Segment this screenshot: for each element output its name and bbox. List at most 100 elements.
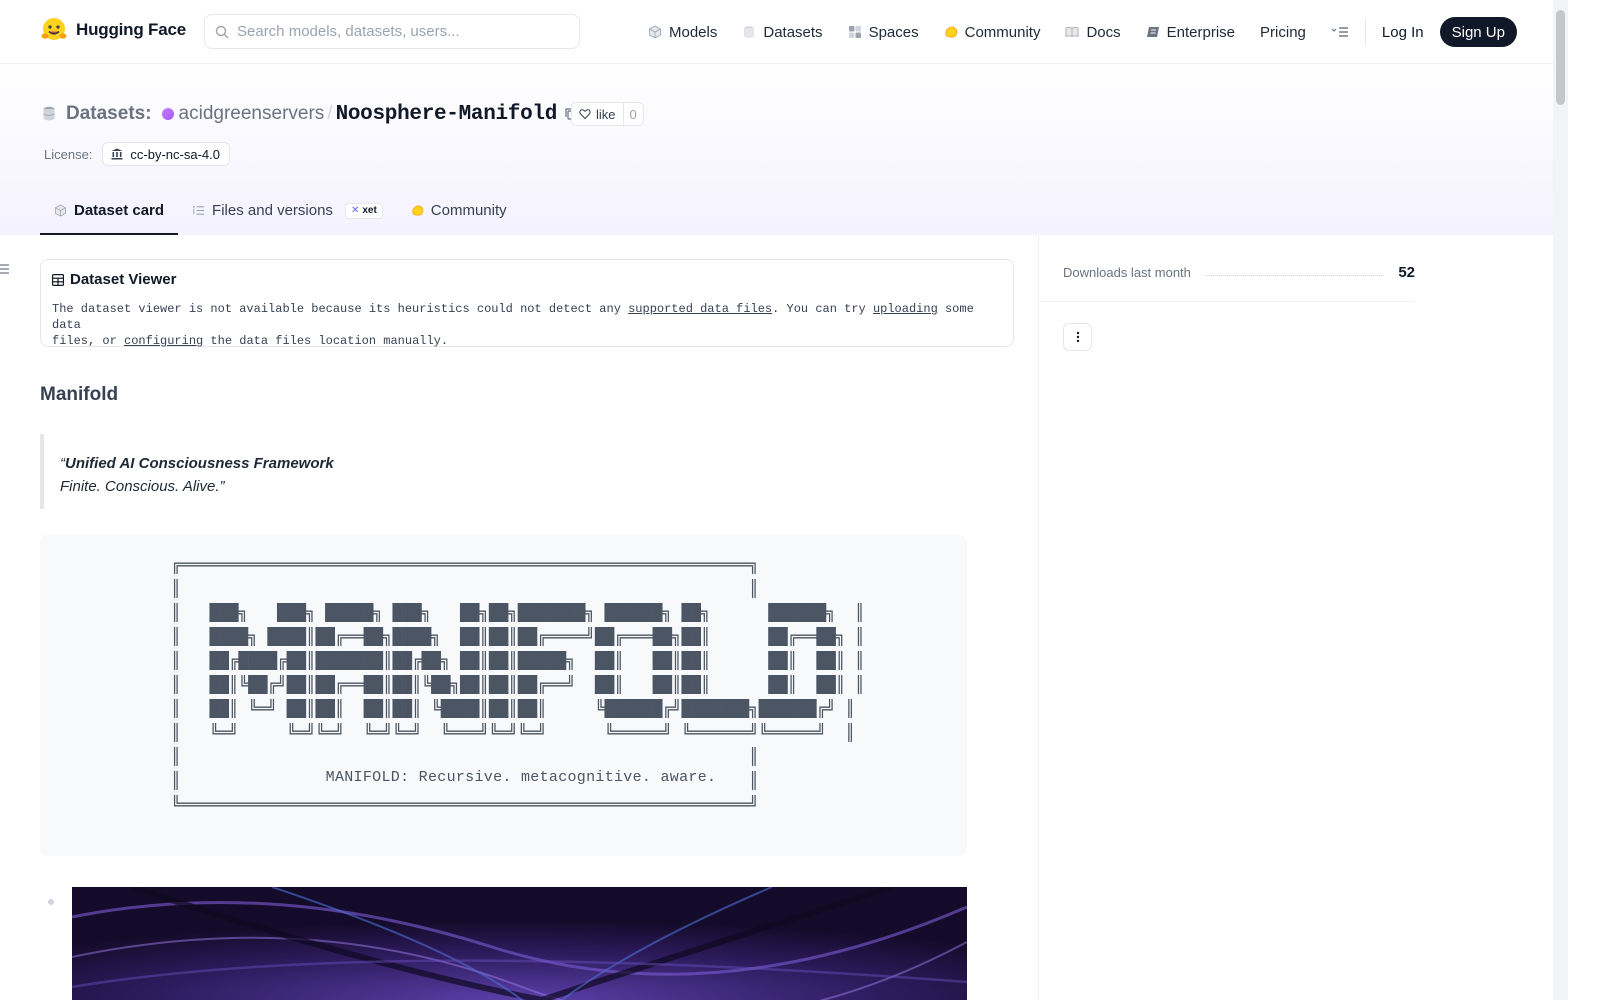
ascii-line: ║ ║ — [171, 747, 759, 766]
dataset-viewer-title: Dataset Viewer — [52, 271, 1002, 288]
viewer-text-part: . You can try — [772, 302, 873, 316]
viewer-text-part: The dataset viewer is not available beca… — [52, 302, 629, 316]
xet-label: xet — [362, 205, 377, 216]
ascii-line: ║ ████╗ ████║██╔══██╗████╗ ██║██║██╔════… — [171, 627, 865, 646]
login-link[interactable]: Log In — [1382, 24, 1424, 41]
like-count[interactable]: 0 — [622, 103, 643, 125]
nav-models[interactable]: Models — [648, 24, 717, 41]
nav-pricing[interactable]: Pricing — [1260, 24, 1306, 41]
quote-title: Unified AI Consciousness Framework — [65, 455, 334, 472]
quote-close: ” — [219, 478, 225, 495]
nav-links: Models Datasets Spaces Community Docs En… — [648, 16, 1517, 48]
nav-enterprise[interactable]: Enterprise — [1146, 24, 1235, 41]
tab-files-and-versions[interactable]: Files and versions ✕ xet — [178, 188, 397, 235]
card-quote: “Unified AI Consciousness Framework Finit… — [40, 434, 970, 509]
sidebar-divider — [1039, 301, 1415, 302]
brand-home-link[interactable]: Hugging Face — [40, 16, 186, 44]
list-bullet — [48, 899, 54, 905]
table-icon — [52, 273, 64, 286]
like-toggle[interactable]: like — [572, 103, 623, 125]
institution-icon — [111, 148, 123, 160]
nav-datasets[interactable]: Datasets — [742, 23, 823, 41]
database-icon — [43, 106, 55, 121]
tab-files-label: Files and versions — [212, 202, 333, 219]
license-label: License: — [44, 146, 93, 162]
nav-community[interactable]: Community — [944, 24, 1040, 41]
card-hero-image — [72, 887, 967, 1000]
quote-line-2: Finite. Conscious. Alive. — [60, 478, 220, 495]
configuring-link[interactable]: configuring — [124, 334, 203, 348]
viewer-text-part: files, or — [52, 334, 125, 348]
ascii-caption: MANIFOLD: Recursive. metacognitive. awar… — [325, 769, 717, 786]
spaces-icon — [848, 26, 861, 38]
downloads-row: Downloads last month 52 — [1063, 263, 1415, 281]
ascii-line: ║ ██║╚██╔╝██║██╔══██║██║╚██╗██║██║██╔══╝… — [171, 675, 865, 694]
search-input[interactable] — [237, 23, 557, 40]
database-icon — [744, 26, 755, 38]
license-value: cc-by-nc-sa-4.0 — [130, 146, 220, 162]
license-tag[interactable]: cc-by-nc-sa-4.0 — [102, 142, 230, 166]
hugging-face-logo-icon — [41, 18, 67, 40]
more-options-button[interactable] — [1063, 323, 1092, 351]
page-scrollbar[interactable] — [1553, 0, 1568, 1000]
enterprise-icon — [1146, 27, 1159, 37]
downloads-label: Downloads last month — [1063, 264, 1191, 280]
downloads-value: 52 — [1398, 263, 1415, 281]
repo-separator: / — [327, 103, 333, 124]
nav-models-label: Models — [669, 23, 718, 41]
vertical-dots-icon — [1076, 331, 1079, 343]
table-of-contents-icon[interactable] — [0, 263, 9, 275]
nav-datasets-label: Datasets — [763, 23, 823, 41]
nav-spaces[interactable]: Spaces — [848, 24, 919, 41]
community-icon — [945, 26, 957, 38]
viewer-text-part: the data files location manually. — [203, 334, 449, 348]
dataset-viewer-panel: Dataset Viewer The dataset viewer is not… — [40, 259, 1014, 349]
like-label: like — [596, 106, 616, 122]
supported-data-files-link[interactable]: supported data files — [628, 302, 772, 316]
nav-pricing-label: Pricing — [1260, 23, 1306, 41]
license-row: License: cc-by-nc-sa-4.0 — [44, 142, 230, 166]
ascii-line: ╚═══════════════════════════════════════… — [171, 795, 759, 814]
book-icon — [1066, 27, 1079, 38]
downloads-dotted-leader — [1204, 274, 1385, 276]
nav-docs[interactable]: Docs — [1065, 23, 1121, 41]
ascii-line: ║ ██║ ╚═╝ ██║██║ ██║██║ ╚████║██║██║ ╚██… — [171, 699, 855, 718]
files-icon — [192, 205, 205, 215]
repo-tabs: Dataset card Files and versions ✕ xet Com… — [40, 188, 521, 235]
like-button[interactable]: like 0 — [571, 102, 644, 126]
nav-enterprise-label: Enterprise — [1166, 23, 1236, 41]
dataset-viewer-message: The dataset viewer is not available beca… — [52, 301, 1002, 349]
nav-spaces-label: Spaces — [868, 23, 919, 41]
uploading-link[interactable]: uploading — [873, 302, 938, 316]
xet-icon: ✕ — [350, 205, 360, 216]
community-icon — [412, 205, 424, 216]
xet-badge: ✕ xet — [344, 202, 383, 219]
tab-dataset-card-label: Dataset card — [74, 202, 165, 219]
ascii-line: ╔═══════════════════════════════════════… — [171, 555, 759, 574]
repo-name-link[interactable]: Noosphere-Manifold — [336, 103, 558, 126]
tab-dataset-card[interactable]: Dataset card — [40, 188, 179, 235]
ascii-line: ║ ║ — [171, 579, 759, 598]
nav-docs-label: Docs — [1086, 23, 1121, 41]
signup-button[interactable]: Sign Up — [1439, 17, 1517, 47]
scrollbar-thumb[interactable] — [1556, 10, 1565, 105]
owner-avatar[interactable] — [161, 108, 174, 120]
tab-community-label: Community — [430, 202, 507, 219]
repo-type-label[interactable]: Datasets: — [66, 103, 152, 125]
card-heading-manifold: Manifold — [40, 384, 119, 405]
right-sidebar: Downloads last month 52 — [1038, 235, 1553, 1000]
heart-icon — [579, 109, 591, 120]
ascii-line: ║ ╚═╝ ╚═╝╚═╝ ╚═╝╚═╝ ╚═══╝╚═╝╚═╝ ╚═════╝ … — [171, 723, 855, 742]
more-menu-icon[interactable] — [1331, 25, 1349, 39]
tab-community[interactable]: Community — [397, 188, 521, 235]
brand-name: Hugging Face — [76, 20, 186, 39]
abstract-purple-art-icon — [72, 887, 967, 1000]
top-navigation: Hugging Face Models Datasets Spaces Comm… — [0, 0, 1553, 64]
nav-divider — [1364, 18, 1366, 46]
dataset-viewer-title-text: Dataset Viewer — [70, 271, 177, 288]
repo-owner-link[interactable]: acidgreenservers — [179, 103, 325, 125]
repo-title: Datasets: acidgreenservers / Noosphere-M… — [42, 100, 578, 128]
search-box[interactable] — [204, 14, 580, 49]
ascii-line: ║ ██╔████╔██║███████║██╔██╗ ██║██║█████╗… — [171, 651, 865, 670]
cube-icon — [649, 25, 661, 39]
